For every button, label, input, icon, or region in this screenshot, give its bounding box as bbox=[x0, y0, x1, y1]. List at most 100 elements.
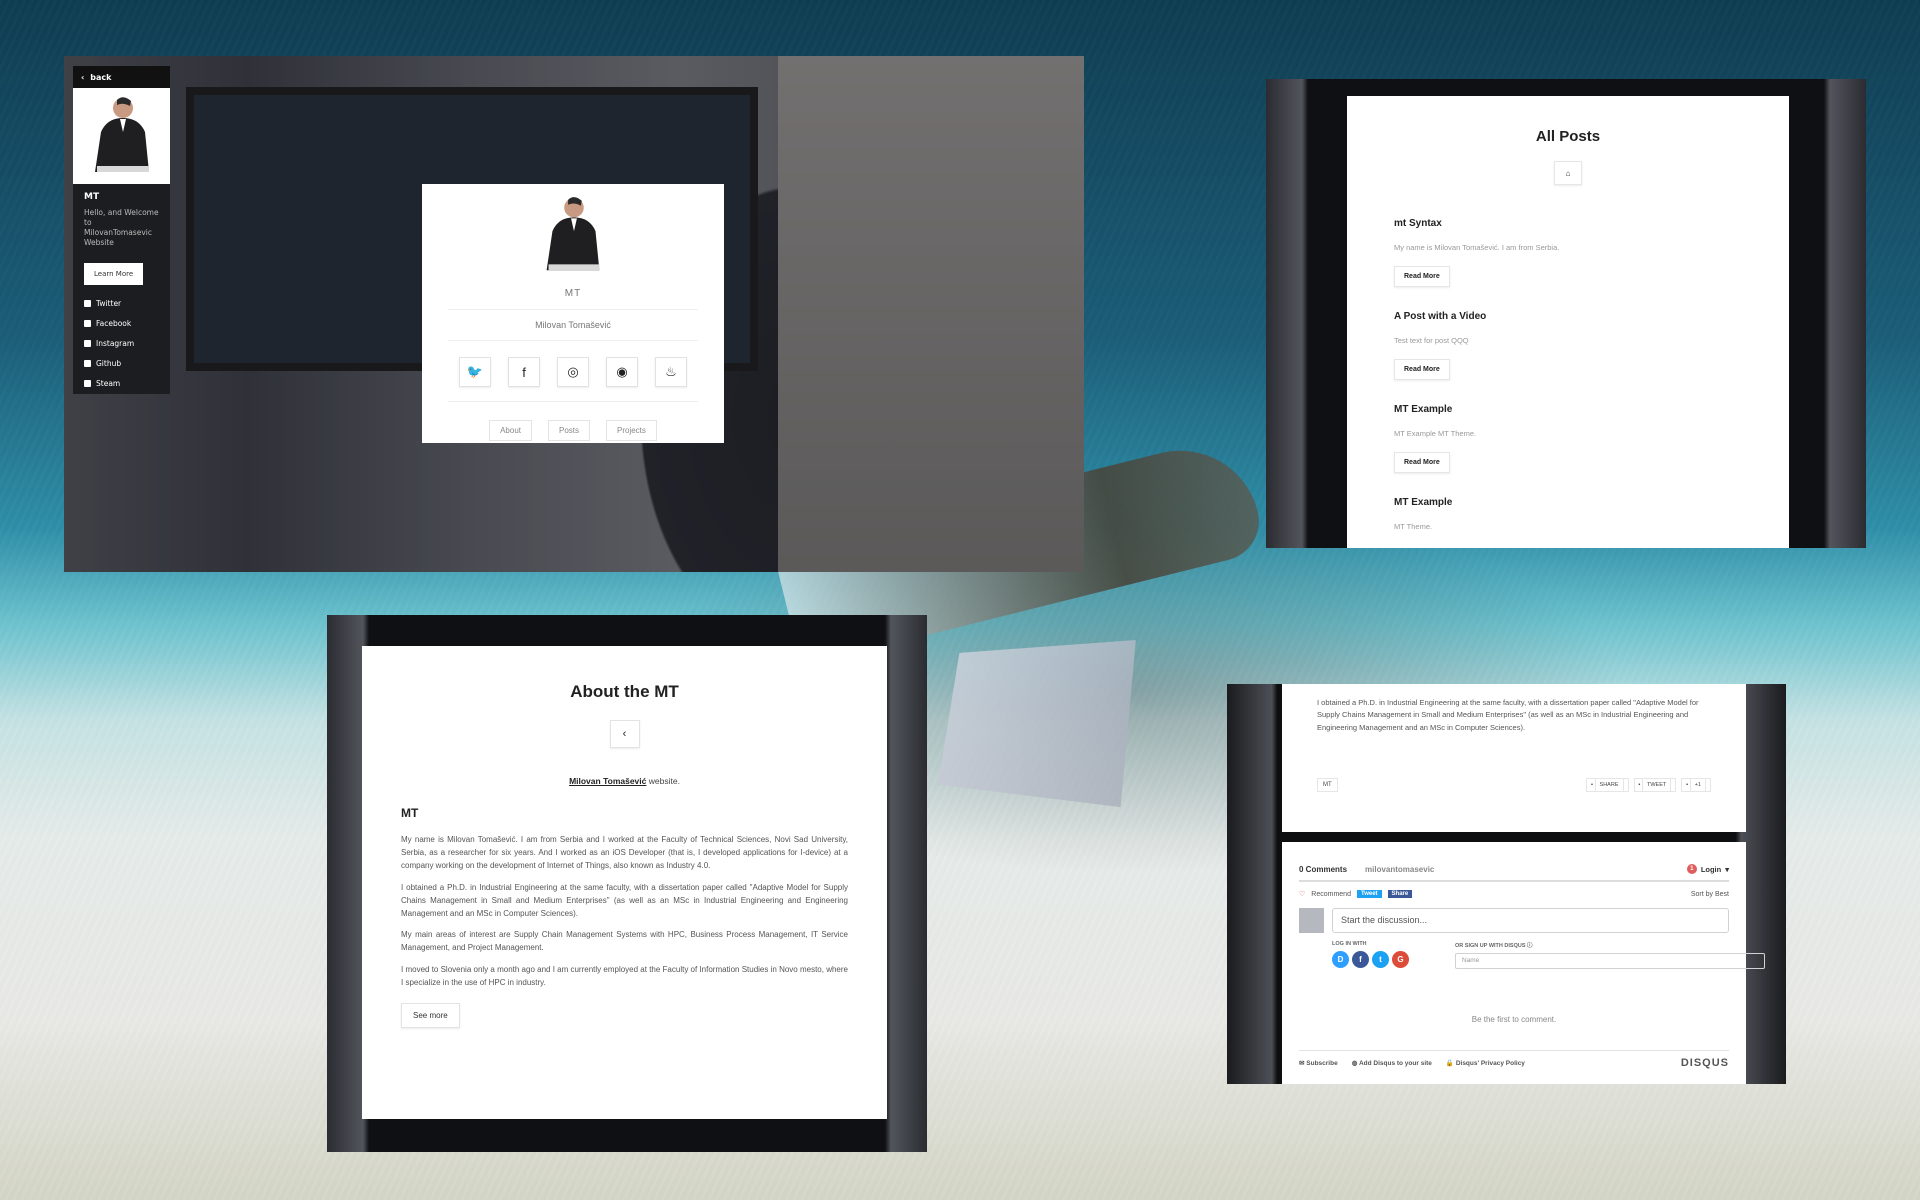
chevron-down-icon: ▾ bbox=[1725, 864, 1729, 874]
share-button[interactable]: ▪ SHARE bbox=[1586, 778, 1629, 793]
profile-avatar bbox=[422, 192, 724, 280]
lock-icon: 🔒 bbox=[1445, 1060, 1454, 1067]
facebook-icon bbox=[84, 319, 91, 327]
sidebar-welcome: Hello, and Welcome to MilovanTomasevic W… bbox=[84, 208, 159, 248]
list-item: MT Example MT Example MT Theme. Read Mor… bbox=[1394, 404, 1742, 473]
home-icon: ⌂ bbox=[1565, 168, 1571, 178]
add-disqus-link[interactable]: ◍ Add Disqus to your site bbox=[1352, 1059, 1432, 1067]
chevron-left-icon: ‹ bbox=[81, 72, 85, 82]
instagram-icon bbox=[84, 339, 91, 347]
sidebar-item-instagram[interactable]: Instagram bbox=[73, 333, 170, 353]
post-title[interactable]: A Post with a Video bbox=[1394, 311, 1742, 322]
about-button[interactable]: About bbox=[489, 420, 532, 441]
login-providers: D f t G bbox=[1332, 951, 1409, 968]
page-title: About the MT bbox=[570, 682, 679, 701]
sidebar-item-twitter[interactable]: Twitter bbox=[73, 293, 170, 313]
profile-full-name: Milovan Tomašević bbox=[448, 310, 698, 341]
login-button[interactable]: 1 Login ▾ bbox=[1686, 864, 1729, 874]
post-title[interactable]: mt Syntax bbox=[1394, 218, 1742, 229]
github-icon bbox=[84, 359, 91, 367]
steam-icon bbox=[84, 379, 91, 387]
github-icon: ◉ bbox=[616, 364, 628, 379]
list-item: A Post with a Video Test text for post Q… bbox=[1394, 311, 1742, 380]
post-comments-screenshot: I obtained a Ph.D. in Industrial Enginee… bbox=[1227, 684, 1786, 1084]
about-text: My name is Milovan Tomašević. I am from … bbox=[401, 835, 848, 987]
community-tab[interactable]: milovantomasevic bbox=[1365, 865, 1434, 874]
sidebar-item-github[interactable]: Github bbox=[73, 353, 170, 373]
plus-one-button[interactable]: ▪ +1 bbox=[1681, 778, 1711, 793]
post-excerpt: MT Theme. bbox=[1394, 522, 1433, 531]
empty-comments-message: Be the first to comment. bbox=[1471, 1015, 1557, 1024]
see-more-button[interactable]: See more bbox=[401, 1002, 460, 1028]
twitter-icon bbox=[84, 299, 91, 307]
github-button[interactable]: ◉ bbox=[606, 357, 638, 387]
home-button[interactable]: ⌂ bbox=[1554, 161, 1582, 185]
post-title[interactable]: MT Example bbox=[1394, 497, 1742, 508]
facebook-share-button[interactable]: Share bbox=[1387, 890, 1413, 898]
sidebar-item-steam[interactable]: Steam bbox=[73, 373, 170, 393]
sort-dropdown[interactable]: Sort by Best bbox=[1691, 891, 1729, 898]
back-link[interactable]: ‹ back bbox=[73, 66, 170, 88]
sidebar-name: MT bbox=[84, 192, 100, 202]
posts-button[interactable]: Posts bbox=[547, 420, 590, 441]
sidebar: ‹ back MT Hello, and Welcome to MilovanT… bbox=[73, 66, 170, 394]
profile-nav: About Posts Projects bbox=[422, 402, 724, 441]
avatar bbox=[1299, 908, 1324, 933]
post-excerpt: MT Example MT Theme. bbox=[1394, 429, 1477, 438]
list-item: MT Example MT Theme. bbox=[1394, 497, 1742, 531]
name-input[interactable]: Name bbox=[1455, 953, 1765, 969]
post-detail-card: I obtained a Ph.D. in Industrial Enginee… bbox=[1282, 684, 1746, 832]
post-tag[interactable]: MT bbox=[1317, 778, 1338, 793]
twitter-button[interactable]: 🐦 bbox=[459, 357, 491, 387]
tweet-button[interactable]: ▪ TWEET bbox=[1633, 778, 1677, 793]
login-with-label: LOG IN WITH bbox=[1332, 941, 1367, 947]
read-more-button[interactable]: Read More bbox=[1394, 359, 1450, 380]
sidebar-avatar bbox=[73, 88, 170, 184]
home-screenshot: ‹ back MT Hello, and Welcome to MilovanT… bbox=[64, 56, 1084, 572]
privacy-link[interactable]: 🔒 Disqus' Privacy Policy bbox=[1446, 1059, 1525, 1067]
all-posts-screenshot: All Posts ⌂ mt Syntax My name is Milovan… bbox=[1266, 79, 1866, 548]
projects-button[interactable]: Projects bbox=[606, 420, 657, 441]
read-more-button[interactable]: Read More bbox=[1394, 266, 1450, 287]
recommend-button[interactable]: Recommend bbox=[1311, 891, 1351, 898]
heart-icon: ♡ bbox=[1299, 891, 1306, 898]
disqus-card: 0 Comments milovantomasevic 1 Login ▾ ♡ … bbox=[1282, 842, 1765, 1084]
comments-count-tab[interactable]: 0 Comments bbox=[1299, 865, 1347, 874]
mail-icon: ✉ bbox=[1299, 1060, 1305, 1067]
signup-label: OR SIGN UP WITH DISQUS ⓘ bbox=[1455, 943, 1533, 949]
instagram-icon: ◎ bbox=[567, 364, 579, 379]
sidebar-item-facebook[interactable]: Facebook bbox=[73, 313, 170, 333]
twitter-icon: 🐦 bbox=[466, 364, 484, 379]
profile-card: MT Milovan Tomašević 🐦 f ◎ ◉ ♨ About Pos… bbox=[422, 184, 724, 443]
social-buttons: 🐦 f ◎ ◉ ♨ bbox=[448, 341, 698, 402]
disqus-icon: ◍ bbox=[1351, 1060, 1358, 1067]
help-icon: ⓘ bbox=[1527, 943, 1533, 949]
tweet-button[interactable]: Tweet bbox=[1356, 890, 1382, 898]
steam-button[interactable]: ♨ bbox=[655, 357, 687, 387]
facebook-icon: f bbox=[522, 364, 526, 380]
subscribe-link[interactable]: ✉ Subscribe bbox=[1299, 1059, 1338, 1067]
facebook-login-icon[interactable]: f bbox=[1352, 951, 1369, 968]
back-button[interactable]: ‹ bbox=[609, 720, 640, 748]
twitter-login-icon[interactable]: t bbox=[1372, 951, 1389, 968]
learn-more-button[interactable]: Learn More bbox=[84, 262, 144, 285]
share-buttons: ▪ SHARE ▪ TWEET ▪ +1 bbox=[1586, 778, 1711, 793]
instagram-button[interactable]: ◎ bbox=[557, 357, 589, 387]
intro-line: Milovan Tomašević website. bbox=[569, 776, 680, 786]
disqus-login-icon[interactable]: D bbox=[1332, 951, 1349, 968]
all-posts-card: All Posts ⌂ mt Syntax My name is Milovan… bbox=[1347, 96, 1789, 548]
google-login-icon[interactable]: G bbox=[1392, 951, 1409, 968]
post-paragraph: I obtained a Ph.D. in Industrial Enginee… bbox=[1317, 698, 1699, 732]
disqus-logo[interactable]: DISQUS bbox=[1681, 1057, 1729, 1069]
author-link[interactable]: Milovan Tomašević bbox=[569, 776, 646, 786]
post-title[interactable]: MT Example bbox=[1394, 404, 1742, 415]
about-screenshot: About the MT ‹ Milovan Tomašević website… bbox=[327, 615, 927, 1152]
notification-badge: 1 bbox=[1686, 864, 1697, 874]
comment-input[interactable]: Start the discussion... bbox=[1332, 908, 1729, 933]
post-excerpt: Test text for post QQQ bbox=[1394, 336, 1469, 345]
chevron-left-icon: ‹ bbox=[622, 728, 627, 740]
post-excerpt: My name is Milovan Tomašević. I am from … bbox=[1394, 243, 1560, 252]
section-heading: MT bbox=[401, 806, 419, 820]
read-more-button[interactable]: Read More bbox=[1394, 452, 1450, 473]
facebook-button[interactable]: f bbox=[508, 357, 540, 387]
